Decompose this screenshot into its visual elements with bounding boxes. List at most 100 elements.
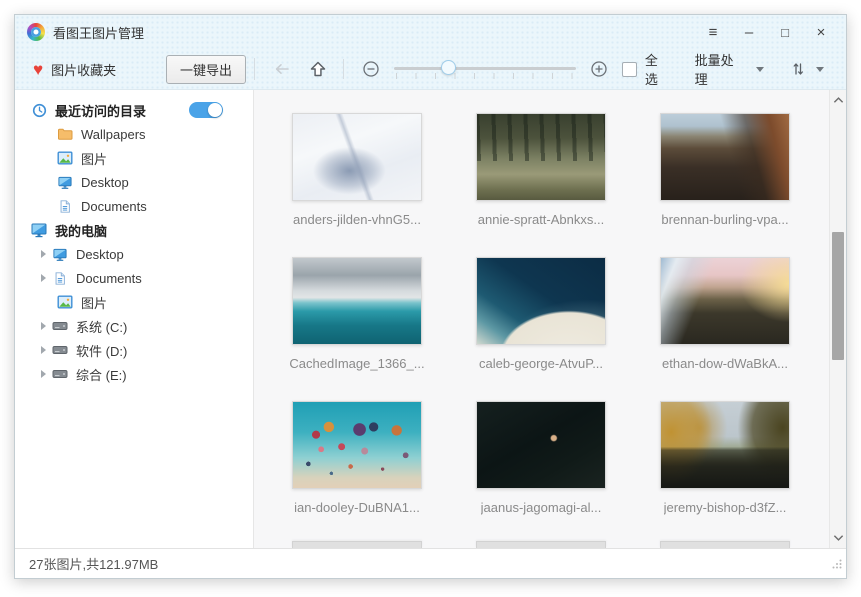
- folder-sidebar: 最近访问的目录 Wallpapers 图片 Desktop: [15, 90, 254, 548]
- close-icon[interactable]: ×: [806, 19, 836, 45]
- grid-item[interactable]: annie-spratt-Abnkxs...: [449, 113, 633, 257]
- sidebar-item-wallpapers[interactable]: Wallpapers: [15, 122, 253, 146]
- expand-caret-icon[interactable]: [41, 250, 46, 258]
- title-bar[interactable]: 看图王图片管理 ≡ – □ ×: [15, 15, 846, 49]
- toolbar-favorites-section: ♥ 图片收藏夹 一键导出: [15, 55, 254, 84]
- toolbar-separator: [343, 59, 344, 79]
- sidebar-item-documents[interactable]: Documents: [15, 194, 253, 218]
- sidebar-item-drive-e[interactable]: 综合 (E:): [15, 362, 253, 386]
- sidebar-item-desktop[interactable]: Desktop: [15, 242, 253, 266]
- sidebar-section-label: 我的电脑: [55, 221, 107, 240]
- select-all-label[interactable]: 全选: [645, 50, 671, 88]
- sidebar-section-label: 最近访问的目录: [55, 101, 146, 120]
- app-logo-icon: [27, 23, 45, 41]
- status-bar: 27张图片,共121.97MB: [15, 548, 846, 578]
- grid-item[interactable]: brennan-burling-vpa...: [633, 113, 817, 257]
- sidebar-item-desktop[interactable]: Desktop: [15, 170, 253, 194]
- grid-item[interactable]: caleb-george-AtvuP...: [449, 257, 633, 401]
- toolbar-nav-section: [255, 56, 622, 82]
- image-filename: ethan-dow-dWaBkA...: [662, 356, 788, 371]
- zoom-slider-thumb[interactable]: [441, 60, 456, 75]
- drive-icon: [52, 342, 68, 358]
- image-filename: CachedImage_1366_...: [289, 356, 424, 371]
- sidebar-item-pictures[interactable]: 图片: [15, 290, 253, 314]
- drive-icon: [52, 318, 68, 334]
- zoom-slider[interactable]: [394, 56, 576, 82]
- up-level-icon[interactable]: [305, 56, 331, 82]
- status-text: 27张图片,共121.97MB: [29, 554, 158, 573]
- sort-button[interactable]: [790, 61, 806, 77]
- scrollbar-thumb[interactable]: [832, 232, 844, 360]
- window-chrome: 看图王图片管理 ≡ – □ × ♥ 图片收藏夹 一键导出: [15, 15, 846, 90]
- grid-item[interactable]: ethan-dow-dWaBkA...: [633, 257, 817, 401]
- zoom-out-icon[interactable]: [358, 56, 384, 82]
- drive-icon: [52, 366, 68, 382]
- back-icon[interactable]: [269, 56, 295, 82]
- image-thumbnail-partial[interactable]: [660, 541, 790, 548]
- menu-icon[interactable]: ≡: [698, 19, 728, 45]
- image-thumbnail[interactable]: [292, 257, 422, 345]
- image-thumbnail[interactable]: [660, 401, 790, 489]
- image-thumbnail[interactable]: [476, 113, 606, 201]
- sidebar-item-label: Wallpapers: [81, 127, 146, 142]
- image-thumbnail[interactable]: [660, 257, 790, 345]
- image-filename: brennan-burling-vpa...: [661, 212, 788, 227]
- vertical-scrollbar[interactable]: [829, 90, 846, 548]
- sidebar-item-label: Desktop: [81, 175, 129, 190]
- maximize-icon[interactable]: □: [770, 19, 800, 45]
- sidebar-item-label: 图片: [81, 149, 107, 168]
- monitor-icon: [52, 246, 68, 262]
- minimize-icon[interactable]: –: [734, 19, 764, 45]
- main-area: 最近访问的目录 Wallpapers 图片 Desktop: [15, 90, 846, 548]
- image-thumbnail[interactable]: [476, 257, 606, 345]
- heart-icon: ♥: [33, 61, 43, 78]
- expand-caret-icon[interactable]: [41, 370, 46, 378]
- expand-caret-icon[interactable]: [41, 322, 46, 330]
- chevron-down-icon[interactable]: [756, 67, 764, 72]
- grid-item[interactable]: CachedImage_1366_...: [265, 257, 449, 401]
- sidebar-section-recent[interactable]: 最近访问的目录: [15, 98, 253, 122]
- expand-caret-icon[interactable]: [41, 274, 46, 282]
- image-thumbnail-partial[interactable]: [292, 541, 422, 548]
- image-icon: [57, 294, 73, 310]
- sidebar-item-label: Documents: [81, 199, 147, 214]
- window-controls: ≡ – □ ×: [698, 19, 836, 45]
- sidebar-item-label: 综合 (E:): [76, 365, 127, 384]
- grid-item[interactable]: ian-dooley-DuBNA1...: [265, 401, 449, 545]
- recent-toggle-switch[interactable]: [189, 102, 223, 118]
- image-thumbnail-partial[interactable]: [476, 541, 606, 548]
- image-thumbnail[interactable]: [476, 401, 606, 489]
- scrollbar-up-icon[interactable]: [830, 92, 846, 108]
- zoom-in-icon[interactable]: [586, 56, 612, 82]
- select-all-checkbox[interactable]: [622, 62, 637, 77]
- chevron-down-icon[interactable]: [816, 67, 824, 72]
- sidebar-item-documents[interactable]: Documents: [15, 266, 253, 290]
- sidebar-section-computer[interactable]: 我的电脑: [15, 218, 253, 242]
- image-thumbnail[interactable]: [292, 401, 422, 489]
- scrollbar-down-icon[interactable]: [830, 530, 846, 546]
- grid-item[interactable]: jaanus-jagomagi-al...: [449, 401, 633, 545]
- resize-grip-icon[interactable]: [832, 556, 842, 574]
- expand-caret-icon[interactable]: [41, 346, 46, 354]
- app-window: 看图王图片管理 ≡ – □ × ♥ 图片收藏夹 一键导出: [14, 14, 847, 579]
- batch-process-button[interactable]: 批量处理: [695, 50, 746, 88]
- sidebar-item-drive-c[interactable]: 系统 (C:): [15, 314, 253, 338]
- image-filename: jaanus-jagomagi-al...: [481, 500, 602, 515]
- sidebar-item-pictures[interactable]: 图片: [15, 146, 253, 170]
- grid-item[interactable]: jeremy-bishop-d3fZ...: [633, 401, 817, 545]
- sidebar-item-label: 软件 (D:): [76, 341, 127, 360]
- image-filename: anders-jilden-vhnG5...: [293, 212, 421, 227]
- export-button[interactable]: 一键导出: [166, 55, 246, 84]
- grid-item[interactable]: anders-jilden-vhnG5...: [265, 113, 449, 257]
- window-title: 看图王图片管理: [53, 23, 698, 42]
- computer-icon: [31, 222, 47, 238]
- monitor-icon: [57, 174, 73, 190]
- favorites-label[interactable]: 图片收藏夹: [51, 60, 166, 79]
- sidebar-item-label: Documents: [76, 271, 142, 286]
- image-thumbnail[interactable]: [660, 113, 790, 201]
- image-thumbnail[interactable]: [292, 113, 422, 201]
- image-grid-panel: anders-jilden-vhnG5... annie-spratt-Abnk…: [254, 90, 846, 548]
- sidebar-item-drive-d[interactable]: 软件 (D:): [15, 338, 253, 362]
- zoom-slider-track[interactable]: [394, 67, 576, 70]
- image-icon: [57, 150, 73, 166]
